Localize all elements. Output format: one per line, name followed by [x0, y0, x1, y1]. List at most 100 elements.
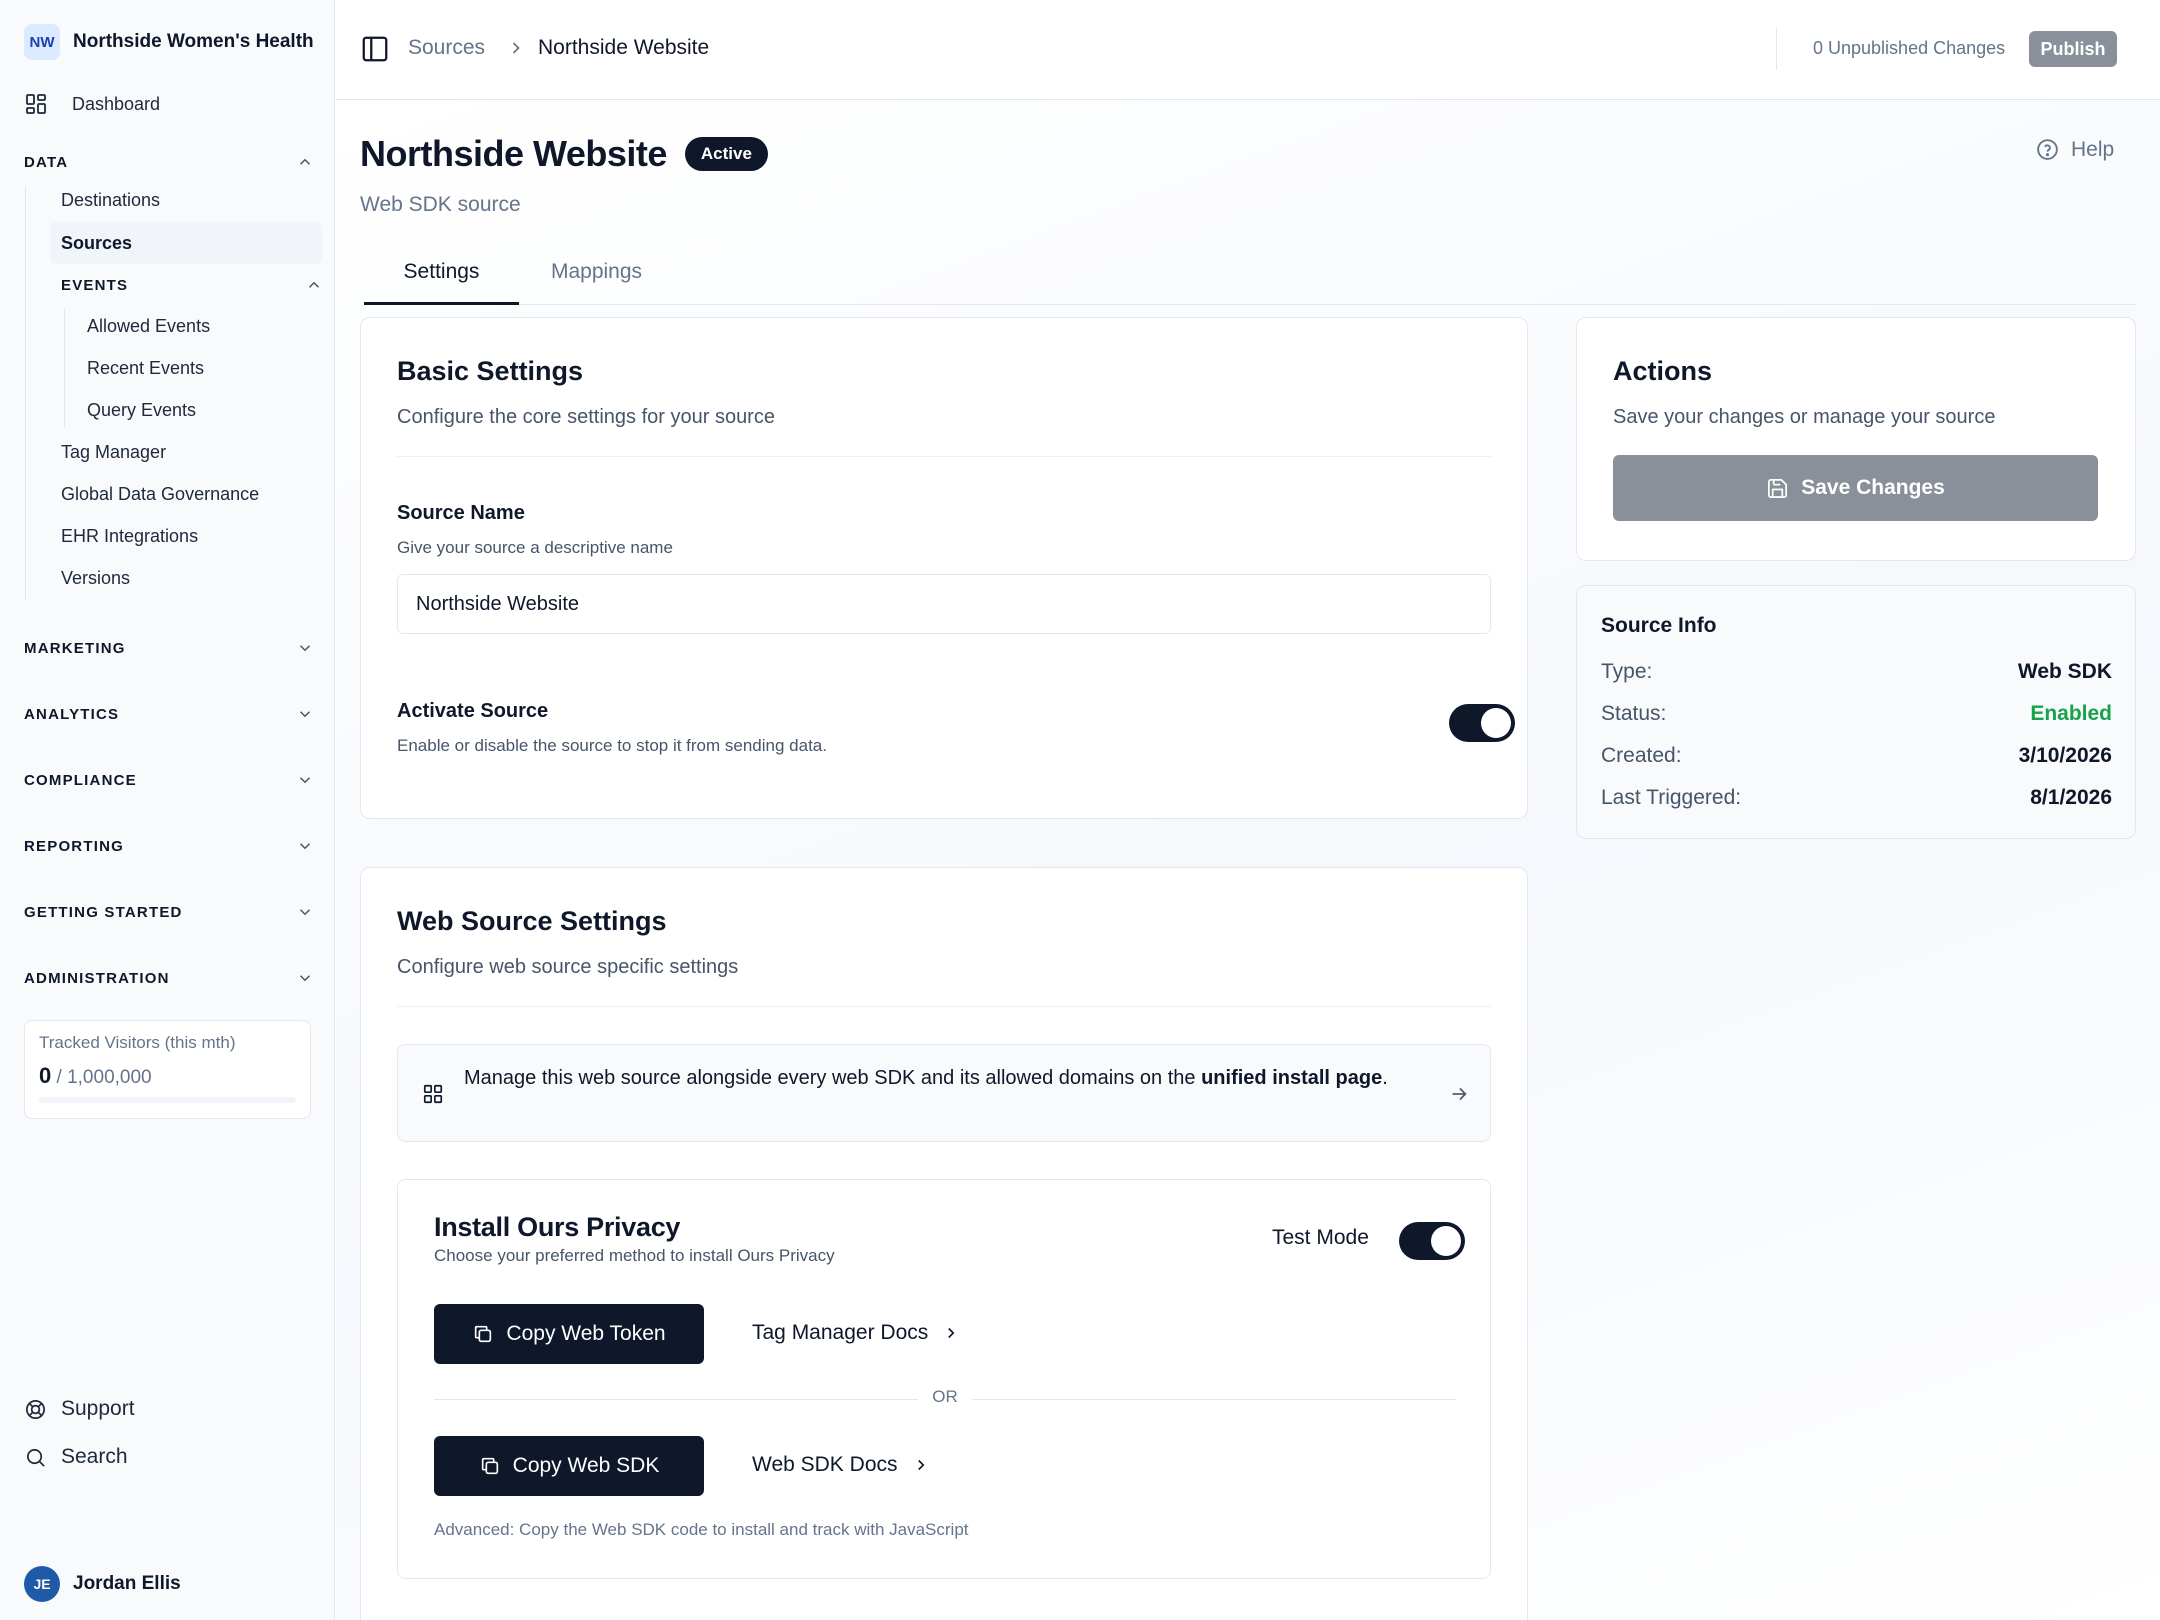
- sidebar-section-events[interactable]: EVENTS: [61, 276, 323, 294]
- button-label: Copy Web SDK: [512, 1454, 660, 1477]
- chevron-down-icon: [299, 975, 311, 982]
- tab-bar: Settings Mappings: [364, 247, 2136, 305]
- toggle-knob: [1481, 708, 1511, 738]
- chevron-right-icon: [917, 1459, 924, 1471]
- info-value: 3/10/2026: [2018, 744, 2112, 767]
- sidebar-section-analytics[interactable]: ANALYTICS: [24, 705, 314, 723]
- advanced-note: Advanced: Copy the Web SDK code to insta…: [434, 1520, 969, 1539]
- sidebar-section-data[interactable]: DATA: [24, 153, 314, 171]
- test-mode-toggle[interactable]: [1399, 1222, 1465, 1260]
- card-subtitle: Configure web source specific settings: [397, 956, 739, 978]
- source-name-help: Give your source a descriptive name: [397, 538, 673, 557]
- breadcrumb-sources[interactable]: Sources: [408, 36, 485, 60]
- install-panel: Install Ours Privacy Choose your preferr…: [397, 1179, 1491, 1579]
- org-switcher[interactable]: NW Northside Women's Health: [24, 24, 314, 60]
- sidebar-item-allowed-events[interactable]: Allowed Events: [87, 316, 210, 337]
- sidebar-item-recent-events[interactable]: Recent Events: [87, 358, 204, 379]
- notice-prefix: Manage this web source alongside every w…: [464, 1067, 1202, 1089]
- sidebar-item-query-events[interactable]: Query Events: [87, 400, 196, 421]
- info-value: 8/1/2026: [2030, 786, 2112, 809]
- search-link[interactable]: Search: [24, 1445, 128, 1469]
- divider: [397, 456, 1491, 457]
- info-value: Web SDK: [2017, 660, 2112, 683]
- usage-progress-bar: [39, 1097, 296, 1103]
- dashboard-icon: [26, 94, 46, 114]
- chevron-down-icon: [299, 843, 311, 850]
- install-subtitle: Choose your preferred method to install …: [434, 1246, 835, 1265]
- card-title: Basic Settings: [397, 356, 584, 386]
- page-subtitle: Web SDK source: [360, 193, 521, 216]
- tab-settings[interactable]: Settings: [364, 247, 519, 305]
- install-title: Install Ours Privacy: [434, 1212, 681, 1242]
- link-label: Web SDK Docs: [752, 1453, 898, 1476]
- tab-mappings[interactable]: Mappings: [519, 247, 674, 305]
- button-label: Copy Web Token: [506, 1322, 666, 1345]
- org-name: Northside Women's Health: [73, 31, 314, 52]
- divider: [1776, 28, 1777, 70]
- info-row-created: Created: 3/10/2026: [1601, 744, 2112, 768]
- avatar: JE: [24, 1566, 60, 1602]
- section-label: GETTING STARTED: [24, 903, 183, 921]
- notice-suffix: .: [1382, 1067, 1388, 1089]
- chevron-down-icon: [299, 909, 311, 916]
- unified-install-notice[interactable]: Manage this web source alongside every w…: [397, 1044, 1491, 1142]
- sidebar-item-ehr-integrations[interactable]: EHR Integrations: [61, 526, 198, 547]
- copy-web-token-button[interactable]: Copy Web Token: [434, 1304, 704, 1364]
- usage-card: Tracked Visitors (this mth) 0 / 1,000,00…: [24, 1020, 311, 1119]
- help-button[interactable]: Help: [2035, 137, 2114, 162]
- status-value: Enabled: [2030, 702, 2112, 725]
- or-separator: OR: [932, 1387, 958, 1406]
- copy-web-sdk-button[interactable]: Copy Web SDK: [434, 1436, 704, 1496]
- help-label: Help: [2071, 137, 2115, 161]
- copy-icon: [475, 1325, 492, 1343]
- status-badge: Active: [684, 137, 768, 171]
- sidebar-item-dashboard[interactable]: Dashboard: [24, 92, 160, 116]
- info-key: Type:: [1601, 660, 1653, 683]
- info-row-type: Type: Web SDK: [1601, 660, 2112, 684]
- web-sdk-docs-link[interactable]: Web SDK Docs: [752, 1453, 930, 1477]
- activate-source-toggle[interactable]: [1449, 704, 1515, 742]
- sidebar-section-administration[interactable]: ADMINISTRATION: [24, 969, 314, 987]
- sidebar-item-destinations[interactable]: Destinations: [61, 190, 160, 211]
- sidebar-item-global-data-governance[interactable]: Global Data Governance: [61, 484, 259, 505]
- section-label: DATA: [24, 153, 69, 171]
- publish-button[interactable]: Publish: [2029, 31, 2117, 67]
- info-key: Last Triggered:: [1601, 786, 1742, 809]
- section-label: COMPLIANCE: [24, 771, 137, 789]
- toggle-knob: [1431, 1226, 1461, 1256]
- divider: [972, 1399, 1456, 1400]
- sidebar-item-label: Dashboard: [72, 93, 161, 114]
- actions-card: Actions Save your changes or manage your…: [1576, 317, 2136, 561]
- life-buoy-icon: [26, 1399, 45, 1419]
- sidebar-item-sources[interactable]: Sources: [50, 222, 322, 264]
- card-subtitle: Save your changes or manage your source: [1613, 406, 1996, 428]
- source-name-input[interactable]: [397, 574, 1491, 634]
- divider: [434, 1399, 918, 1400]
- section-label: ADMINISTRATION: [24, 969, 170, 987]
- sidebar-item-versions[interactable]: Versions: [61, 568, 130, 589]
- tag-manager-docs-link[interactable]: Tag Manager Docs: [752, 1321, 960, 1345]
- card-title: Actions: [1613, 356, 1713, 386]
- user-menu[interactable]: JE Jordan Ellis: [24, 1566, 181, 1602]
- sidebar-section-marketing[interactable]: MARKETING: [24, 639, 314, 657]
- sidebar-item-tag-manager[interactable]: Tag Manager: [61, 442, 166, 463]
- grid-icon: [423, 1084, 443, 1104]
- chevron-right-icon: [512, 42, 520, 54]
- sidebar-section-compliance[interactable]: COMPLIANCE: [24, 771, 314, 789]
- support-link[interactable]: Support: [24, 1397, 135, 1421]
- section-label: ANALYTICS: [24, 705, 120, 723]
- chevron-up-icon: [308, 281, 320, 288]
- save-icon: [1768, 478, 1788, 498]
- page-title: Northside Website: [360, 133, 667, 174]
- sidebar-section-getting-started[interactable]: GETTING STARTED: [24, 903, 314, 921]
- sidebar-section-reporting[interactable]: REPORTING: [24, 837, 314, 855]
- save-changes-button[interactable]: Save Changes: [1613, 455, 2098, 521]
- chevron-down-icon: [299, 711, 311, 718]
- info-key: Created:: [1601, 744, 1682, 767]
- divider: [397, 1006, 1491, 1007]
- card-title: Web Source Settings: [397, 906, 667, 936]
- copy-icon: [481, 1457, 498, 1475]
- usage-value: 0 / 1,000,000: [39, 1063, 296, 1089]
- sidebar-toggle-icon[interactable]: [360, 34, 390, 64]
- unified-install-link[interactable]: unified install page: [1201, 1067, 1382, 1089]
